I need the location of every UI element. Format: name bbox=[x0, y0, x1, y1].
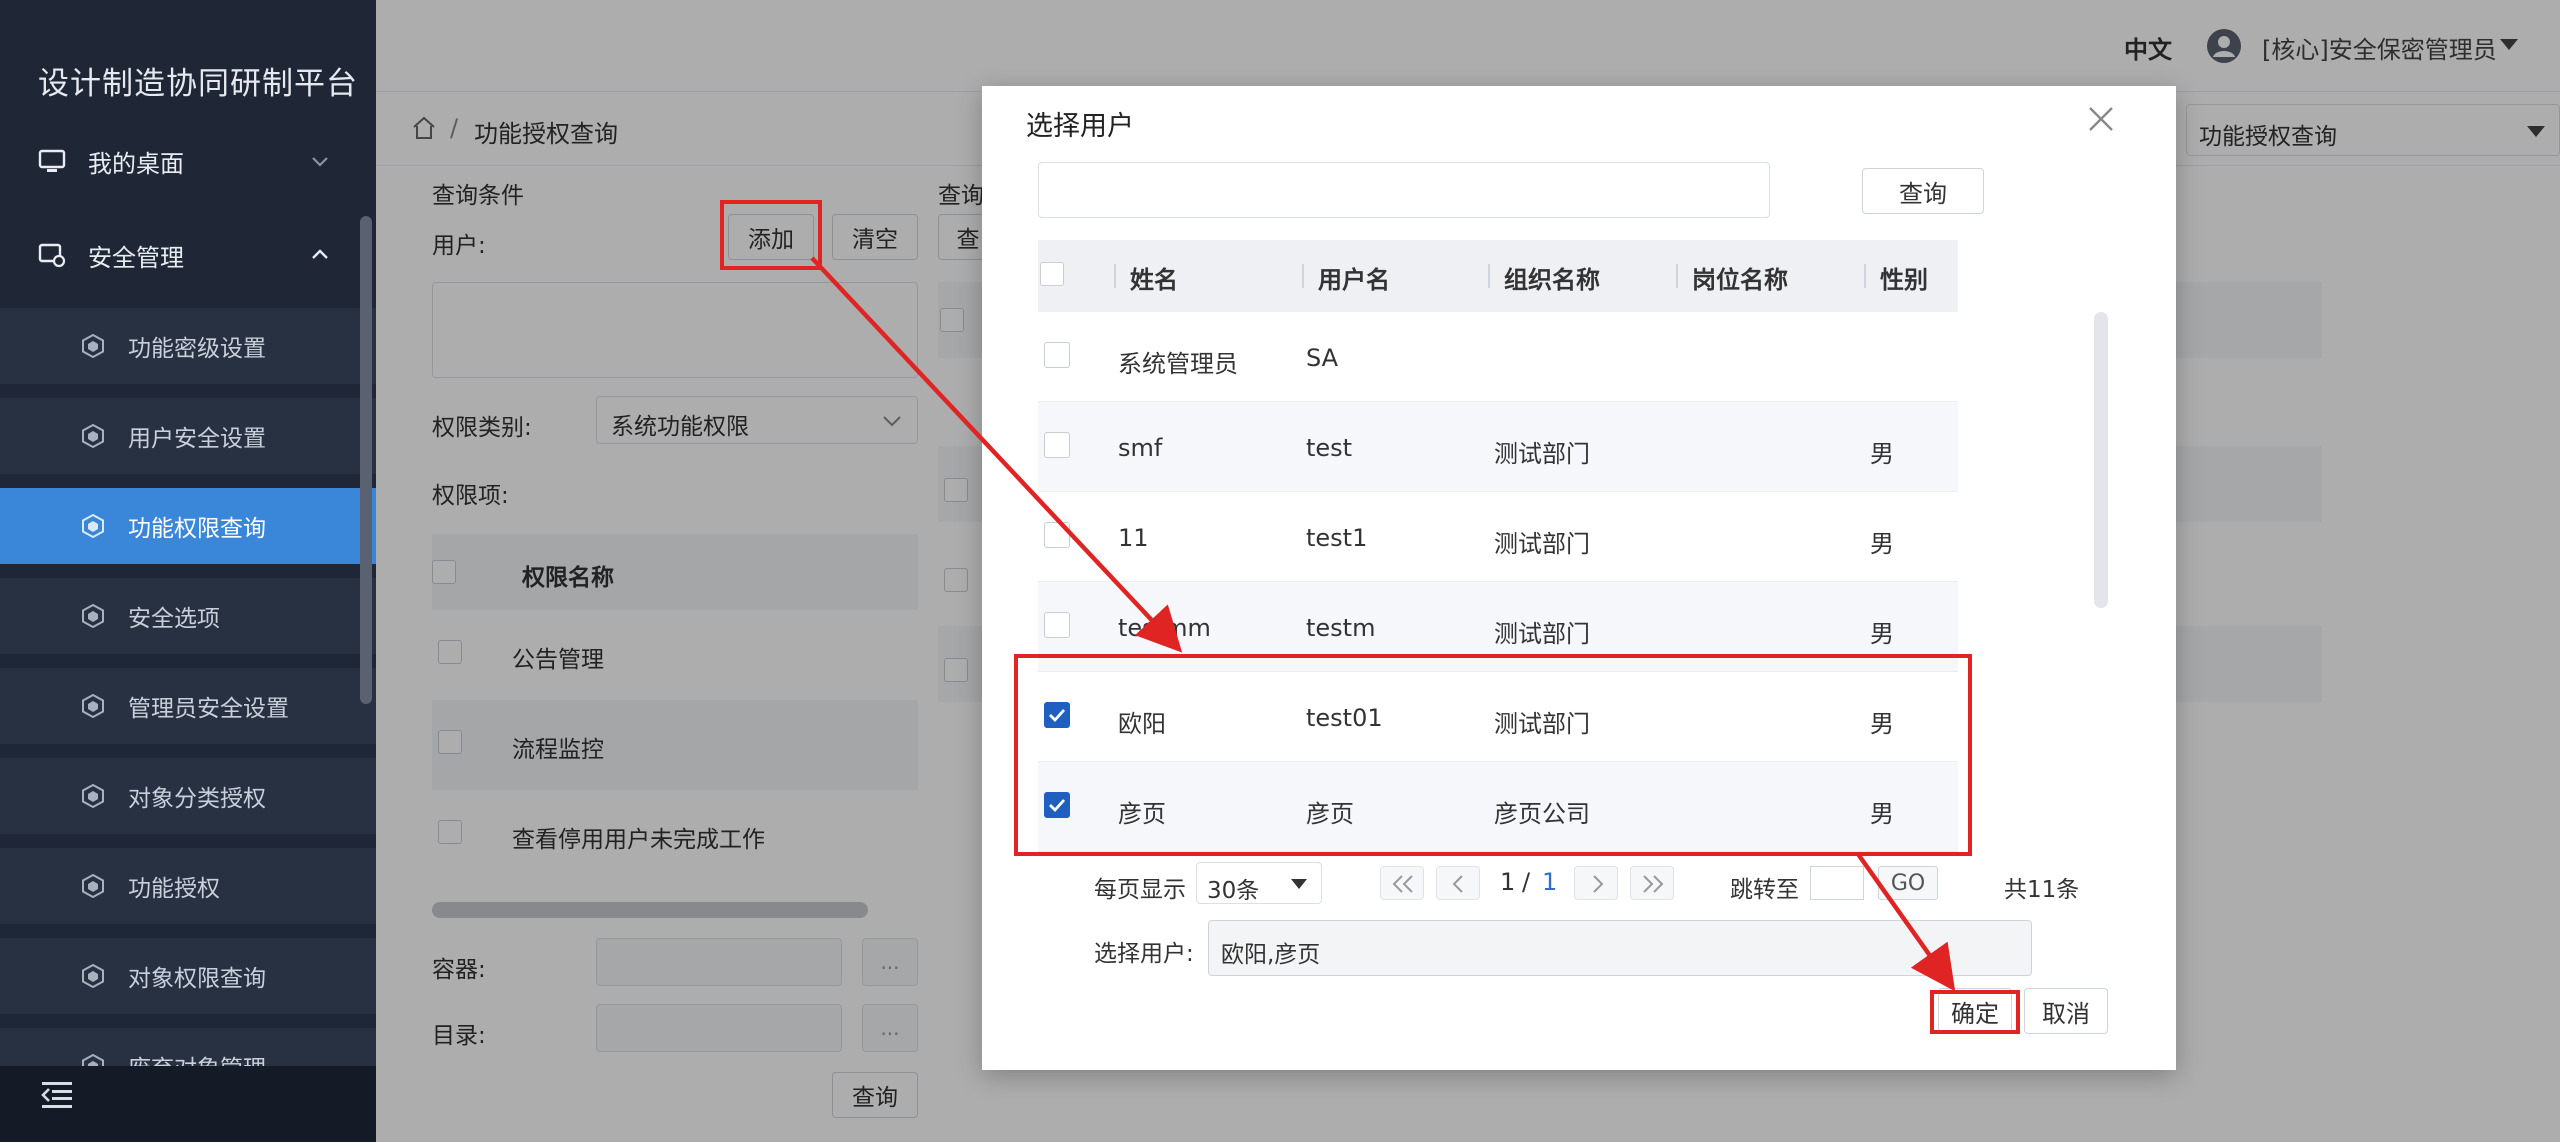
collapse-menu-icon[interactable] bbox=[40, 1078, 74, 1112]
cell-username: SA bbox=[1306, 344, 1339, 372]
row-checkbox[interactable] bbox=[1044, 522, 1070, 548]
cube-icon bbox=[82, 513, 104, 539]
cube-icon bbox=[82, 783, 104, 809]
sidebar-item-security-options[interactable]: 安全选项 bbox=[0, 578, 376, 654]
sidebar-group-label: 安全管理 bbox=[88, 243, 184, 272]
sidebar-group-desktop[interactable]: 我的桌面 bbox=[0, 114, 376, 208]
cube-icon bbox=[82, 333, 104, 359]
sidebar-item-label: 功能密级设置 bbox=[128, 336, 266, 362]
per-page-select[interactable]: 30条 bbox=[1196, 862, 1322, 904]
sidebar-item-function-permission-query[interactable]: 功能权限查询 bbox=[0, 488, 376, 564]
page-separator: / bbox=[1522, 868, 1531, 896]
caret-down-icon bbox=[1291, 879, 1307, 889]
sidebar-item-label: 对象分类授权 bbox=[128, 786, 266, 812]
cell-name: testmm bbox=[1118, 614, 1211, 642]
column-divider bbox=[1864, 264, 1866, 288]
sidebar-group-label: 我的桌面 bbox=[88, 149, 184, 178]
annotation-highlight-confirm bbox=[1930, 990, 2020, 1034]
user-search-button[interactable]: 查询 bbox=[1862, 168, 1984, 214]
jump-page-input[interactable] bbox=[1810, 866, 1864, 900]
current-page: 1 bbox=[1500, 868, 1516, 896]
cube-icon bbox=[82, 963, 104, 989]
sidebar-item-function-level[interactable]: 功能密级设置 bbox=[0, 308, 376, 384]
sidebar-item-object-permission-query[interactable]: 对象权限查询 bbox=[0, 938, 376, 1014]
cube-icon bbox=[82, 873, 104, 899]
close-icon[interactable] bbox=[2086, 104, 2116, 134]
sidebar: 设计制造协同研制平台 我的桌面 安全管理 功能密级设置 用户安全设置 功能权限查… bbox=[0, 0, 376, 1142]
column-header-name: 姓名 bbox=[1130, 266, 1178, 294]
monitor-icon bbox=[38, 149, 66, 172]
selected-users-field[interactable]: 欧阳,彦页 bbox=[1208, 920, 2032, 976]
chevron-left-icon bbox=[1452, 875, 1463, 893]
column-divider bbox=[1676, 264, 1678, 288]
chevron-right-icon bbox=[1593, 875, 1604, 893]
column-divider bbox=[1488, 264, 1490, 288]
column-divider bbox=[1114, 264, 1116, 288]
cell-name: 系统管理员 bbox=[1118, 350, 1238, 378]
total-pages: 1 bbox=[1542, 868, 1558, 896]
cell-name: smf bbox=[1118, 434, 1163, 462]
column-header-org: 组织名称 bbox=[1504, 266, 1600, 294]
selected-users-value: 欧阳,彦页 bbox=[1221, 942, 1321, 968]
column-header-gender: 性别 bbox=[1880, 266, 1928, 294]
prev-page-button[interactable] bbox=[1436, 866, 1480, 900]
chevron-up-icon bbox=[312, 249, 328, 259]
row-checkbox[interactable] bbox=[1044, 612, 1070, 638]
cell-org: 测试部门 bbox=[1494, 440, 1590, 468]
cell-username: testm bbox=[1306, 614, 1376, 642]
total-count: 共11条 bbox=[2004, 877, 2080, 903]
user-search-input[interactable] bbox=[1038, 162, 1770, 218]
sidebar-item-label: 功能授权 bbox=[128, 876, 220, 902]
cell-name: 11 bbox=[1118, 524, 1149, 552]
sidebar-scrollbar[interactable] bbox=[360, 216, 372, 704]
sidebar-item-label: 功能权限查询 bbox=[128, 516, 266, 542]
dialog-title: 选择用户 bbox=[1026, 111, 1134, 142]
row-checkbox[interactable] bbox=[1044, 432, 1070, 458]
chevron-down-icon bbox=[312, 157, 328, 167]
column-divider bbox=[1302, 264, 1304, 288]
cell-gender: 男 bbox=[1870, 440, 1894, 468]
user-select-all-checkbox[interactable] bbox=[1040, 262, 1064, 286]
column-header-post: 岗位名称 bbox=[1692, 266, 1788, 294]
sidebar-item-label: 安全选项 bbox=[128, 606, 220, 632]
cell-org: 测试部门 bbox=[1494, 620, 1590, 648]
row-checkbox[interactable] bbox=[1044, 342, 1070, 368]
annotation-highlight-selected-rows bbox=[1014, 654, 1972, 856]
column-header-username: 用户名 bbox=[1318, 266, 1390, 294]
jump-to-label: 跳转至 bbox=[1730, 877, 1799, 903]
sidebar-group-security[interactable]: 安全管理 bbox=[0, 208, 376, 302]
cell-gender: 男 bbox=[1870, 530, 1894, 558]
cube-icon bbox=[82, 423, 104, 449]
cell-username: test bbox=[1306, 434, 1353, 462]
per-page-value: 30条 bbox=[1207, 878, 1260, 904]
sidebar-item-label: 用户安全设置 bbox=[128, 426, 266, 452]
sidebar-item-function-auth[interactable]: 功能授权 bbox=[0, 848, 376, 924]
cell-gender: 男 bbox=[1870, 620, 1894, 648]
sidebar-item-object-category-auth[interactable]: 对象分类授权 bbox=[0, 758, 376, 834]
double-chevron-right-icon bbox=[1643, 875, 1664, 893]
security-monitor-icon bbox=[38, 243, 66, 268]
app-title: 设计制造协同研制平台 bbox=[38, 66, 358, 102]
per-page-label: 每页显示 bbox=[1094, 877, 1186, 903]
sidebar-item-admin-security[interactable]: 管理员安全设置 bbox=[0, 668, 376, 744]
cell-username: test1 bbox=[1306, 524, 1368, 552]
cube-icon bbox=[82, 693, 104, 719]
annotation-highlight-add bbox=[720, 200, 822, 270]
go-button[interactable]: GO bbox=[1878, 866, 1938, 900]
cell-org: 测试部门 bbox=[1494, 530, 1590, 558]
next-page-button[interactable] bbox=[1574, 866, 1618, 900]
sidebar-item-user-security[interactable]: 用户安全设置 bbox=[0, 398, 376, 474]
last-page-button[interactable] bbox=[1630, 866, 1674, 900]
sidebar-item-label: 对象权限查询 bbox=[128, 966, 266, 992]
first-page-button[interactable] bbox=[1380, 866, 1424, 900]
user-table-scrollbar[interactable] bbox=[2094, 312, 2108, 608]
sidebar-item-label: 管理员安全设置 bbox=[128, 696, 289, 722]
selected-users-label: 选择用户: bbox=[1094, 941, 1194, 967]
cube-icon bbox=[82, 603, 104, 629]
double-chevron-left-icon bbox=[1392, 875, 1413, 893]
cancel-button[interactable]: 取消 bbox=[2024, 988, 2108, 1034]
